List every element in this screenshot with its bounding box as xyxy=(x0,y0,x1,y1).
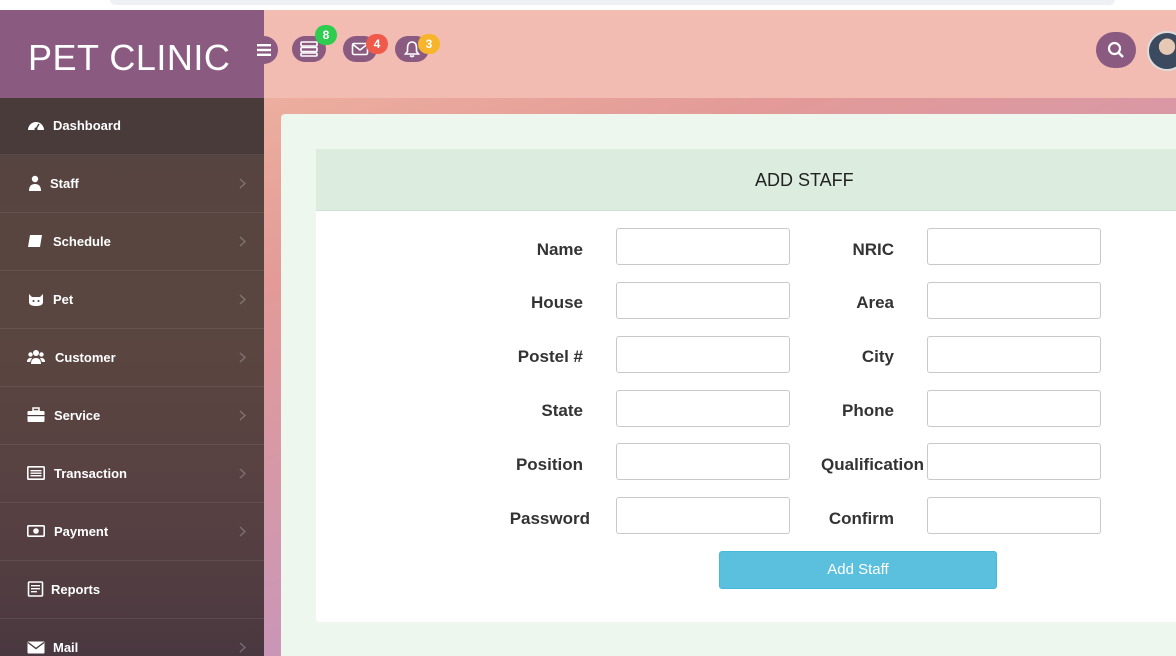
sidebar: Dashboard Staff Schedule Pet Customer Se… xyxy=(0,98,264,656)
nric-field[interactable] xyxy=(927,228,1101,265)
sidebar-item-staff[interactable]: Staff xyxy=(0,156,264,213)
nric-label: NRIC xyxy=(852,240,894,259)
sidebar-item-customer[interactable]: Customer xyxy=(0,330,264,387)
sidebar-item-label: Pet xyxy=(53,292,74,307)
search-button[interactable] xyxy=(1096,32,1136,68)
sidebar-item-payment[interactable]: Payment xyxy=(0,504,264,561)
city-label: City xyxy=(861,347,894,366)
state-label: State xyxy=(541,401,583,420)
confirm-password-field[interactable] xyxy=(927,497,1101,534)
phone-field[interactable] xyxy=(927,390,1101,427)
sidebar-item-label: Schedule xyxy=(53,234,111,249)
postal-label: Postel # xyxy=(517,347,583,366)
report-icon xyxy=(27,581,44,597)
users-icon xyxy=(27,350,45,364)
panel-title: ADD STAFF xyxy=(755,170,854,190)
qualification-label: Qualification xyxy=(821,455,924,474)
sidebar-item-label: Transaction xyxy=(54,466,127,481)
name-field[interactable] xyxy=(616,228,790,265)
dashboard-icon xyxy=(28,122,44,131)
sidebar-item-label: Mail xyxy=(53,640,79,655)
area-label: Area xyxy=(856,293,894,312)
money-icon xyxy=(27,524,45,537)
password-field[interactable] xyxy=(616,497,790,534)
browser-address-bar[interactable] xyxy=(110,0,1115,5)
search-icon xyxy=(1107,41,1124,58)
city-field[interactable] xyxy=(927,336,1101,373)
cat-icon xyxy=(29,294,43,306)
position-label: Position xyxy=(515,455,583,474)
menu-toggle-icon[interactable] xyxy=(250,36,278,64)
password-label: Password xyxy=(509,509,590,528)
app-page: PET CLINIC 8 4 3 Dashboard Staff Schedul… xyxy=(0,10,1176,656)
sidebar-item-dashboard[interactable]: Dashboard xyxy=(0,98,264,155)
notifications-badge: 3 xyxy=(418,34,440,54)
sidebar-item-pet[interactable]: Pet xyxy=(0,272,264,329)
chevron-right-icon xyxy=(239,526,246,537)
add-staff-button[interactable]: Add Staff xyxy=(719,551,997,589)
sidebar-item-transaction[interactable]: Transaction xyxy=(0,446,264,503)
sidebar-item-service[interactable]: Service xyxy=(0,388,264,445)
brand-header[interactable]: PET CLINIC xyxy=(0,10,264,98)
book-icon xyxy=(28,235,42,247)
state-field[interactable] xyxy=(616,390,790,427)
postal-field[interactable] xyxy=(616,336,790,373)
house-field[interactable] xyxy=(616,282,790,319)
phone-label: Phone xyxy=(842,401,894,420)
qualification-field[interactable] xyxy=(927,443,1101,480)
position-field[interactable] xyxy=(616,443,790,480)
chevron-right-icon xyxy=(239,468,246,479)
panel-header: ADD STAFF xyxy=(316,149,1176,211)
tasks-badge: 8 xyxy=(315,25,337,45)
sidebar-item-schedule[interactable]: Schedule xyxy=(0,214,264,271)
house-label: House xyxy=(531,293,583,312)
list-icon xyxy=(27,465,45,480)
sidebar-item-label: Staff xyxy=(50,176,79,191)
messages-badge: 4 xyxy=(366,34,388,54)
staff-icon xyxy=(29,175,41,191)
chevron-right-icon xyxy=(239,178,246,189)
chevron-right-icon xyxy=(239,410,246,421)
sidebar-item-label: Service xyxy=(54,408,101,423)
chevron-right-icon xyxy=(239,294,246,305)
chevron-right-icon xyxy=(239,642,246,653)
sidebar-item-label: Customer xyxy=(55,350,116,365)
chevron-right-icon xyxy=(239,236,246,247)
browser-strip xyxy=(0,0,1176,10)
sidebar-item-label: Payment xyxy=(54,524,109,539)
server-icon xyxy=(300,41,318,57)
briefcase-icon xyxy=(27,407,45,422)
sidebar-item-label: Reports xyxy=(51,582,101,597)
chevron-right-icon xyxy=(239,352,246,363)
sidebar-item-reports[interactable]: Reports xyxy=(0,562,264,619)
sidebar-item-mail[interactable]: Mail xyxy=(0,620,264,656)
confirm-label: Confirm xyxy=(828,509,894,528)
name-label: Name xyxy=(536,240,583,259)
area-field[interactable] xyxy=(927,282,1101,319)
mail-icon xyxy=(27,641,45,654)
app-title: PET CLINIC xyxy=(28,37,231,78)
sidebar-item-label: Dashboard xyxy=(53,118,121,133)
